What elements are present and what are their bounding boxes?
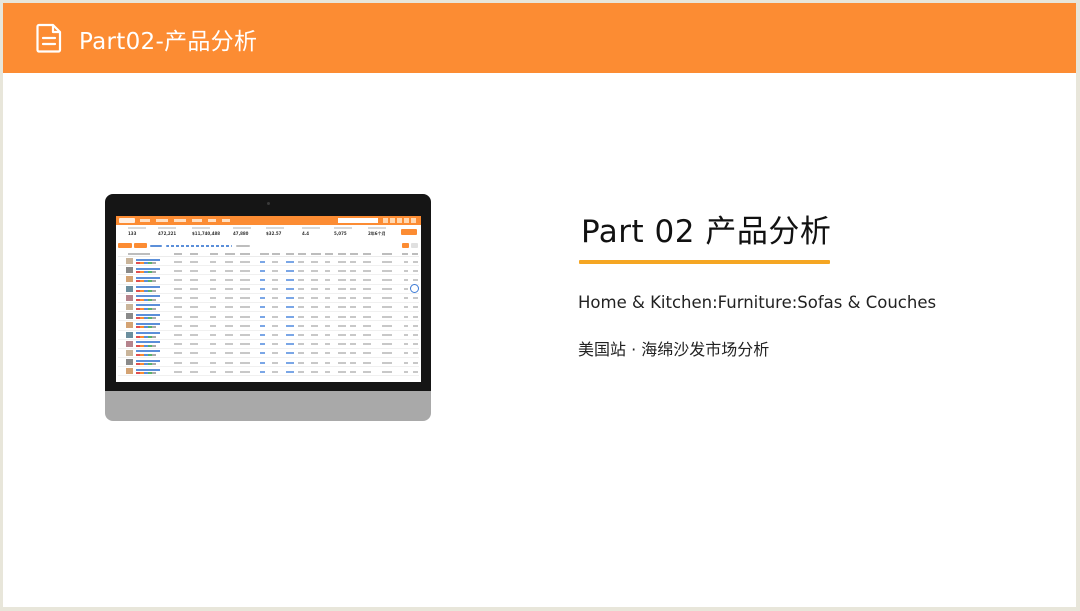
monitor-screen: 133 472,221 $11,740,488 47,880 $32.57 4.… xyxy=(116,216,421,382)
screen-table-row xyxy=(118,257,419,267)
screen-search xyxy=(338,218,378,223)
document-icon xyxy=(36,23,62,53)
screen-toolbar-icon xyxy=(404,218,409,223)
slide: Part02-产品分析 133 472,221 $11,740,488 47,8… xyxy=(3,3,1076,607)
screen-table-row xyxy=(118,349,419,359)
screen-stat: $32.57 xyxy=(266,227,306,236)
monitor-illustration: 133 472,221 $11,740,488 47,880 $32.57 4.… xyxy=(105,194,431,421)
screen-nav-item xyxy=(140,219,150,222)
screen-filter-chip xyxy=(150,244,162,247)
title-underline xyxy=(579,260,830,264)
screen-nav-item xyxy=(156,219,168,222)
screen-table-row xyxy=(118,266,419,276)
screen-table-row xyxy=(118,340,419,349)
part-title: Part 02 产品分析 xyxy=(581,214,832,250)
screen-toolbar-icon xyxy=(397,218,402,223)
screen-filter-chip xyxy=(236,244,250,247)
screen-filter-chip xyxy=(118,243,132,248)
screen-top-bar xyxy=(116,216,421,225)
screen-action-button xyxy=(401,229,417,235)
header-title: Part02-产品分析 xyxy=(79,29,258,55)
screen-table xyxy=(118,251,419,377)
screen-nav-item xyxy=(208,219,216,222)
category-path: Home & Kitchen:Furniture:Sofas & Couches xyxy=(578,293,937,312)
screen-table-row xyxy=(118,367,419,377)
screen-filter-chip xyxy=(134,243,147,248)
screen-nav-item xyxy=(192,219,202,222)
screen-table-body xyxy=(118,257,419,377)
screen-logo xyxy=(119,218,135,223)
screen-table-row xyxy=(118,312,419,322)
market-subtitle: 美国站 · 海绵沙发市场分析 xyxy=(578,340,770,359)
monitor-camera xyxy=(267,202,270,205)
screen-filter-chip xyxy=(411,243,418,248)
screen-filter-chip xyxy=(402,243,409,248)
screen-stats: 133 472,221 $11,740,488 47,880 $32.57 4.… xyxy=(116,227,421,241)
screen-table-row xyxy=(118,303,419,313)
screen-filter-chip xyxy=(166,244,232,247)
screen-toolbar-icon xyxy=(411,218,416,223)
monitor-chin xyxy=(105,391,431,421)
screen-table-row xyxy=(118,285,419,294)
screen-toolbar-icon xyxy=(390,218,395,223)
header-bar: Part02-产品分析 xyxy=(3,3,1076,73)
screen-nav-item xyxy=(174,219,186,222)
screen-toolbar-icon xyxy=(383,218,388,223)
screen-table-row xyxy=(118,321,419,331)
screen-table-row xyxy=(118,294,419,303)
monitor-frame: 133 472,221 $11,740,488 47,880 $32.57 4.… xyxy=(105,194,431,391)
screen-table-row xyxy=(118,331,419,340)
screen-filter-bar xyxy=(116,243,421,249)
screen-nav-item xyxy=(222,219,230,222)
screen-stat: $11,740,488 xyxy=(192,227,232,236)
screen-badge-icon xyxy=(410,284,419,293)
screen-table-row xyxy=(118,275,419,285)
screen-table-row xyxy=(118,358,419,368)
